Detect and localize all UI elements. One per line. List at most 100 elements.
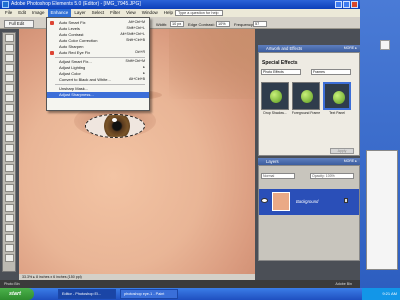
effect-caption: Drop Shadow... [263,111,287,115]
menu-separator [55,57,145,58]
effect-caption: Foreground Frame [291,111,321,115]
start-button[interactable]: start [0,288,34,300]
effect-caption: Text Panel [329,111,345,115]
menu-item-auto-levels[interactable]: Auto Levels Shift+Ctrl+L [47,26,149,32]
menu-item-unsharp-mask[interactable]: Unsharp Mask... [47,86,149,92]
effects-subcategory-select[interactable]: Frames [311,69,351,75]
hand-tool-icon[interactable] [4,54,14,62]
photo-bin-label[interactable]: Photo Bin [4,282,20,286]
desktop-icon[interactable] [380,40,390,50]
menu-enhance[interactable]: Enhance [47,9,72,17]
menu-item-auto-red-eye-fix[interactable]: Auto Red Eye Fix Ctrl+R [47,50,149,56]
layer-thumbnail [272,192,290,211]
menu-select[interactable]: Select [89,9,108,17]
maximize-icon[interactable] [343,1,350,8]
brush-tool-icon[interactable] [4,194,14,202]
move-tool-icon[interactable] [4,34,14,42]
selection-brush-tool-icon[interactable] [4,104,14,112]
lock-icon[interactable] [344,198,348,203]
apple-thumbnail-icon [301,90,313,103]
zoom-tool-icon[interactable] [4,44,14,52]
layers-more-button[interactable]: MORE ▸ [344,158,357,165]
windows-taskbar: start Editor - Photoshop El... photoshop… [0,288,400,300]
apple-thumbnail-icon [270,90,282,103]
effects-category-select[interactable]: Photo Effects [261,69,301,75]
effects-more-button[interactable]: MORE ▸ [344,45,357,52]
shape-tool-icon[interactable] [4,224,14,232]
menu-edit[interactable]: Edit [15,9,29,17]
eraser-tool-icon[interactable] [4,174,14,182]
visibility-eye-icon[interactable] [261,198,268,203]
menu-help[interactable]: Help [161,9,176,17]
healing-brush-tool-icon[interactable] [4,154,14,162]
crop-tool-icon[interactable] [4,124,14,132]
menu-item-adjust-lighting[interactable]: Adjust Lighting ▸ [47,65,149,71]
frequency-input[interactable]: 57 [253,21,267,27]
color-swatches-icon[interactable] [4,254,14,262]
menu-view[interactable]: View [123,9,139,17]
menu-item-auto-contrast[interactable]: Auto Contrast Alt+Shift+Ctrl+L [47,32,149,38]
task-button-paint[interactable]: photoshop eye-1 - Paint [120,289,178,299]
red-eye-tool-icon[interactable] [4,144,14,152]
pencil-tool-icon[interactable] [4,184,14,192]
blur-tool-icon[interactable] [4,234,14,242]
effect-thumb-drop-shadow[interactable] [261,82,289,110]
menu-file[interactable]: File [2,9,15,17]
effect-thumb-text-panel[interactable] [323,82,351,110]
layers-title: Layers [266,159,279,164]
layers-header[interactable]: Layers MORE ▸ [258,158,360,165]
type-tool-icon[interactable] [4,114,14,122]
menu-item-convert-bw[interactable]: Convert to Black and White... Alt+Ctrl+B [47,77,149,83]
opacity-input[interactable]: Opacity: 100% [310,173,354,179]
adobe-bin-label: Adobe Bin [335,282,352,286]
photo-bin-bar: Photo Bin Adobe Bin [0,280,360,288]
task-button-editor[interactable]: Editor - Photoshop El... [58,289,116,299]
menu-item-auto-color-correction[interactable]: Auto Color Correction Shift+Ctrl+B [47,38,149,44]
help-search-input[interactable]: Type a question for help [175,10,223,16]
red-eye-icon [50,51,54,55]
cookie-cutter-tool-icon[interactable] [4,134,14,142]
photo-iris [104,115,130,137]
menu-filter[interactable]: Filter [107,9,123,17]
menu-item-adjust-sharpness[interactable]: Adjust Sharpness... [47,92,149,98]
window-controls [335,1,358,8]
eyedropper-tool-icon[interactable] [4,64,14,72]
title-bar[interactable]: Adobe Photoshop Elements 5.0 (Editor) - … [0,0,360,9]
app-logo-icon [2,1,9,8]
frequency-label: Frequency: [234,22,255,27]
width-label: Width: [156,22,168,27]
menu-item-auto-smart-fix[interactable]: Auto Smart Fix Alt+Ctrl+M [47,20,149,26]
menu-layer[interactable]: Layer [71,9,88,17]
sponge-tool-icon[interactable] [4,244,14,252]
system-tray-clock: 9:21 AM [362,288,400,300]
menu-item-adjust-smart-fix[interactable]: Adjust Smart Fix... Shift+Ctrl+M [47,59,149,65]
enhance-menu: Auto Smart Fix Alt+Ctrl+M Auto Levels Shif… [46,17,150,111]
menu-image[interactable]: Image [29,9,48,17]
menu-item-adjust-color[interactable]: Adjust Color ▸ [47,71,149,77]
width-input[interactable]: 10 px [170,21,184,27]
background-window[interactable] [366,150,398,270]
layer-name: Background [296,199,319,204]
edge-contrast-input[interactable]: 10% [216,21,230,27]
gradient-tool-icon[interactable] [4,214,14,222]
photo-hair [169,29,255,99]
eye-selection[interactable] [85,114,145,138]
lasso-tool-icon[interactable] [4,84,14,92]
magic-wand-tool-icon[interactable] [4,94,14,102]
submenu-arrow-icon: ▸ [143,71,145,75]
special-effects-title: Special Effects [262,60,298,66]
blend-mode-select[interactable]: Normal [261,173,295,179]
close-icon[interactable] [351,1,358,8]
minimize-icon[interactable] [335,1,342,8]
photo-eye-glint [112,118,117,122]
paint-bucket-tool-icon[interactable] [4,204,14,212]
full-edit-button[interactable]: Full Edit [4,20,34,28]
clone-stamp-tool-icon[interactable] [4,164,14,172]
artwork-effects-header[interactable]: Artwork and Effects MORE ▸ [258,45,360,52]
menu-item-auto-sharpen[interactable]: Auto Sharpen [47,44,149,50]
apply-button[interactable]: Apply [330,148,354,154]
marquee-tool-icon[interactable] [4,74,14,82]
effect-thumb-foreground-frame[interactable] [292,82,320,110]
menu-window[interactable]: Window [139,9,161,17]
submenu-arrow-icon: ▸ [143,65,145,69]
